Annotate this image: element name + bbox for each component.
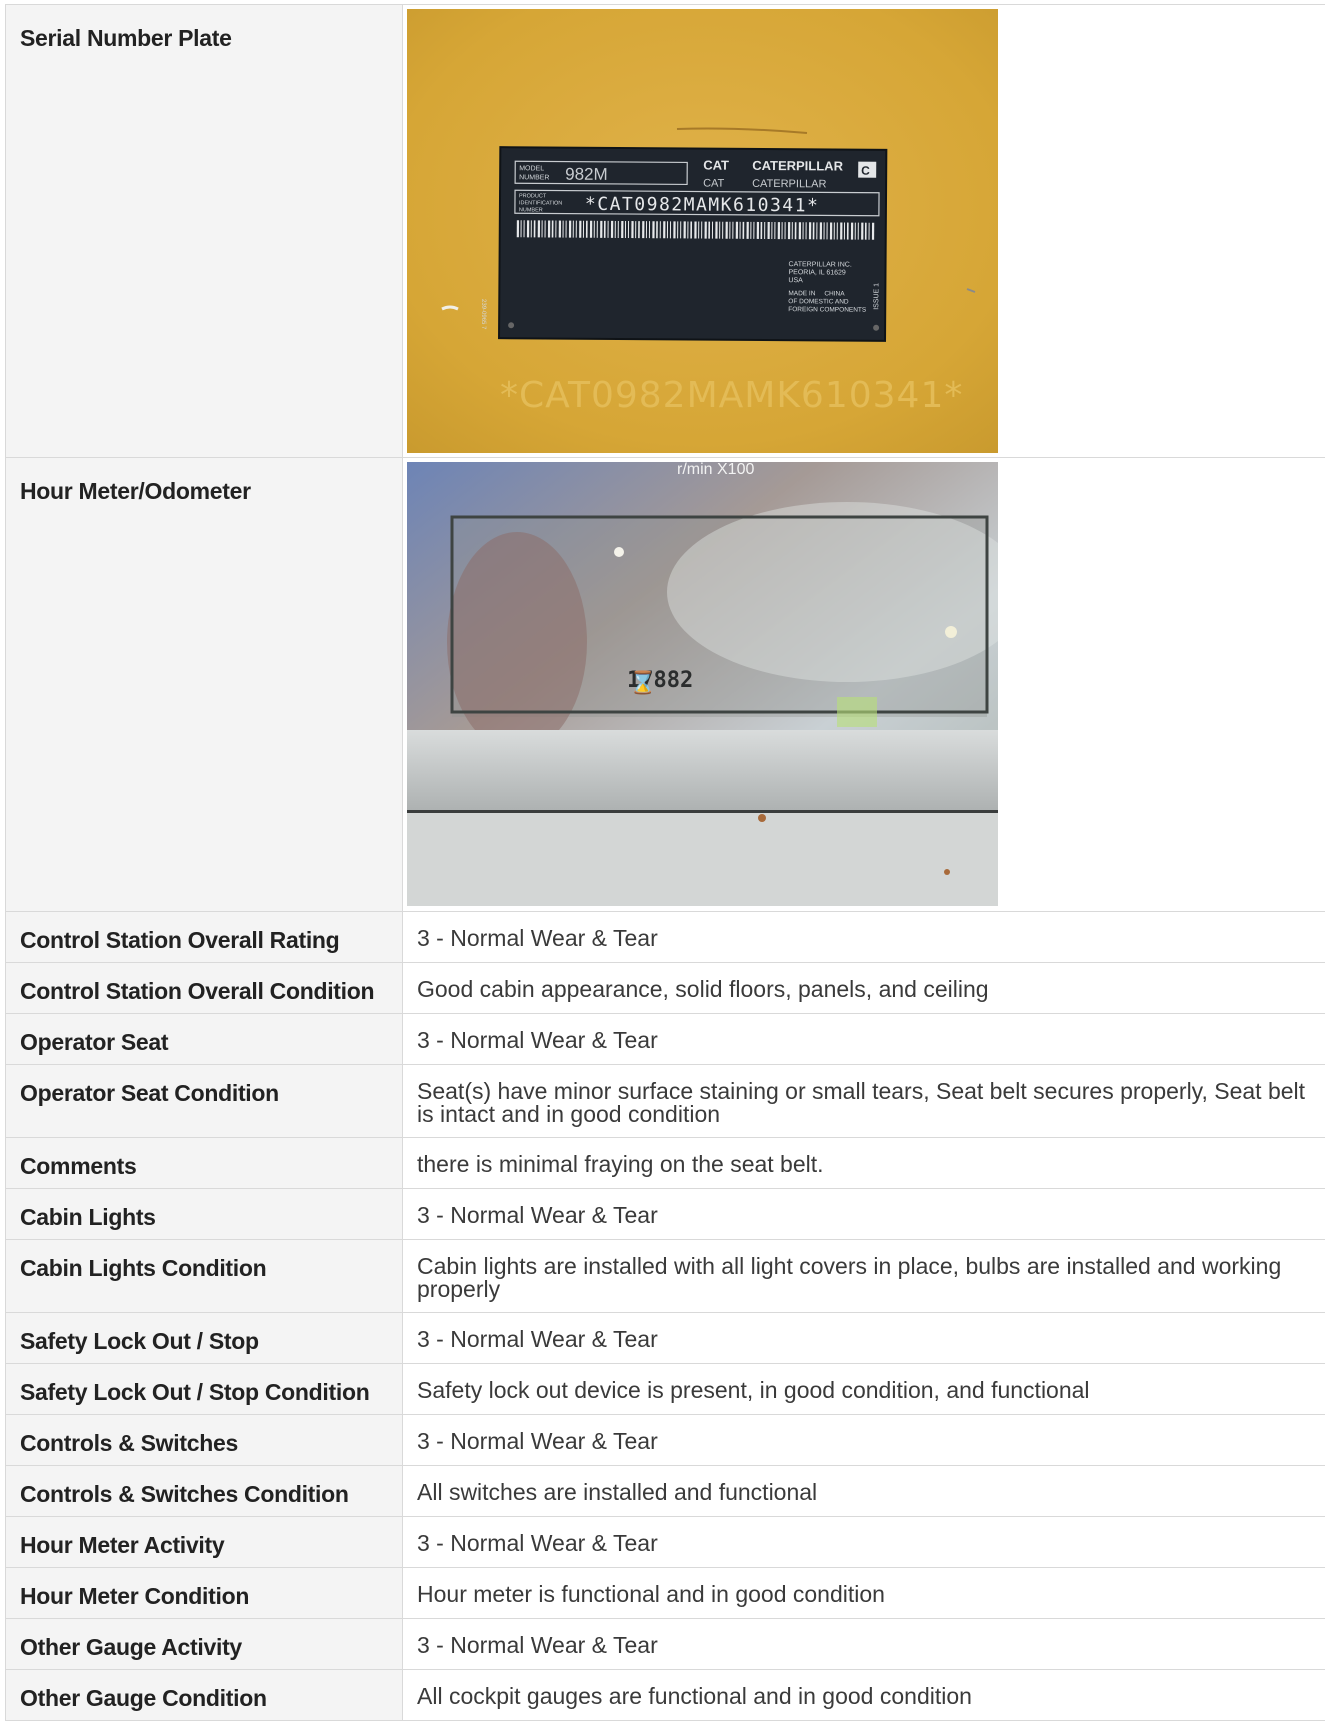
table-row: Comments there is minimal fraying on the… xyxy=(6,1138,1325,1189)
svg-text:PRODUCT: PRODUCT xyxy=(519,193,547,199)
table-row: Control Station Overall Condition Good c… xyxy=(6,963,1325,1014)
svg-text:⌛: ⌛ xyxy=(629,670,656,695)
row-value: 3 - Normal Wear & Tear xyxy=(403,1313,1325,1364)
row-label: Cabin Lights Condition xyxy=(6,1240,403,1313)
table-row: Safety Lock Out / Stop 3 - Normal Wear &… xyxy=(6,1313,1325,1364)
serial-plate-photo[interactable]: MODEL NUMBER 982M CAT CAT CATERPILLAR CA… xyxy=(407,9,998,453)
table-row: Controls & Switches 3 - Normal Wear & Te… xyxy=(6,1415,1325,1466)
svg-text:C: C xyxy=(861,164,870,178)
plate-model: 982M xyxy=(565,165,608,184)
row-value: MODEL NUMBER 982M CAT CAT CATERPILLAR CA… xyxy=(403,5,1325,458)
svg-text:PEORIA, IL 61629: PEORIA, IL 61629 xyxy=(788,269,845,276)
svg-text:FOREIGN COMPONENTS: FOREIGN COMPONENTS xyxy=(788,306,867,314)
table-row: Hour Meter Condition Hour meter is funct… xyxy=(6,1568,1325,1619)
svg-text:IDENTIFICATION: IDENTIFICATION xyxy=(519,200,562,206)
row-value: Cabin lights are installed with all ligh… xyxy=(403,1240,1325,1313)
row-value: 3 - Normal Wear & Tear xyxy=(403,1517,1325,1568)
row-label: Controls & Switches xyxy=(6,1415,403,1466)
svg-text:NUMBER: NUMBER xyxy=(519,207,543,213)
table-row: Control Station Overall Rating 3 - Norma… xyxy=(6,912,1325,963)
row-label: Control Station Overall Rating xyxy=(6,912,403,963)
svg-text:CHINA: CHINA xyxy=(824,290,845,297)
row-value: Safety lock out device is present, in go… xyxy=(403,1364,1325,1415)
row-label: Hour Meter Activity xyxy=(6,1517,403,1568)
plate-brand: CATERPILLAR xyxy=(752,158,843,174)
row-value: Good cabin appearance, solid floors, pan… xyxy=(403,963,1325,1014)
row-value: Hour meter is functional and in good con… xyxy=(403,1568,1325,1619)
row-value: 3 - Normal Wear & Tear xyxy=(403,1415,1325,1466)
inspection-table: Serial Number Plate xyxy=(5,4,1325,1721)
table-row: Operator Seat 3 - Normal Wear & Tear xyxy=(6,1014,1325,1065)
table-row: Serial Number Plate xyxy=(6,5,1325,458)
row-label: Control Station Overall Condition xyxy=(6,963,403,1014)
plate-stamp: *CAT0982MAMK610341* xyxy=(500,375,963,416)
svg-text:CATERPILLAR: CATERPILLAR xyxy=(752,178,827,191)
table-row: Hour Meter/Odometer xyxy=(6,458,1325,912)
table-row: Other Gauge Condition All cockpit gauges… xyxy=(6,1670,1325,1721)
table-row: Safety Lock Out / Stop Condition Safety … xyxy=(6,1364,1325,1415)
svg-text:ISSUE 1: ISSUE 1 xyxy=(873,283,880,310)
row-value: r/min X100 17882 ⌛ xyxy=(403,458,1325,912)
row-label: Hour Meter Condition xyxy=(6,1568,403,1619)
row-label: Hour Meter/Odometer xyxy=(6,458,403,912)
row-value: 3 - Normal Wear & Tear xyxy=(403,1014,1325,1065)
barcode xyxy=(517,220,875,239)
plate-pin: *CAT0982MAMK610341* xyxy=(585,194,820,217)
svg-text:USA: USA xyxy=(788,277,803,284)
row-label: Cabin Lights xyxy=(6,1189,403,1240)
svg-text:CATERPILLAR INC.: CATERPILLAR INC. xyxy=(789,261,852,268)
row-value: All cockpit gauges are functional and in… xyxy=(403,1670,1325,1721)
row-label: Operator Seat xyxy=(6,1014,403,1065)
svg-text:CAT: CAT xyxy=(703,158,729,173)
row-label: Other Gauge Activity xyxy=(6,1619,403,1670)
table-row: Cabin Lights Condition Cabin lights are … xyxy=(6,1240,1325,1313)
svg-text:239-0965 7: 239-0965 7 xyxy=(480,299,486,330)
row-label: Operator Seat Condition xyxy=(6,1065,403,1138)
row-label: Controls & Switches Condition xyxy=(6,1466,403,1517)
table-row: Hour Meter Activity 3 - Normal Wear & Te… xyxy=(6,1517,1325,1568)
table-row: Controls & Switches Condition All switch… xyxy=(6,1466,1325,1517)
row-value: 3 - Normal Wear & Tear xyxy=(403,1619,1325,1670)
row-label: Other Gauge Condition xyxy=(6,1670,403,1721)
row-label: Safety Lock Out / Stop xyxy=(6,1313,403,1364)
hour-meter-photo[interactable]: r/min X100 17882 ⌛ xyxy=(407,462,998,906)
meter-top-label: r/min X100 xyxy=(677,462,754,478)
row-value: there is minimal fraying on the seat bel… xyxy=(403,1138,1325,1189)
svg-text:OF DOMESTIC AND: OF DOMESTIC AND xyxy=(788,298,849,305)
table-row: Cabin Lights 3 - Normal Wear & Tear xyxy=(6,1189,1325,1240)
table-row: Other Gauge Activity 3 - Normal Wear & T… xyxy=(6,1619,1325,1670)
table-row: Operator Seat Condition Seat(s) have min… xyxy=(6,1065,1325,1138)
plate-model-label: MODEL xyxy=(519,165,544,172)
row-label: Comments xyxy=(6,1138,403,1189)
row-label: Serial Number Plate xyxy=(6,5,403,458)
row-value: 3 - Normal Wear & Tear xyxy=(403,1189,1325,1240)
row-value: 3 - Normal Wear & Tear xyxy=(403,912,1325,963)
row-value: Seat(s) have minor surface staining or s… xyxy=(403,1065,1325,1138)
row-label: Safety Lock Out / Stop Condition xyxy=(6,1364,403,1415)
svg-text:NUMBER: NUMBER xyxy=(519,174,549,181)
svg-text:MADE IN: MADE IN xyxy=(788,290,815,297)
svg-text:CAT: CAT xyxy=(703,178,725,190)
row-value: All switches are installed and functiona… xyxy=(403,1466,1325,1517)
